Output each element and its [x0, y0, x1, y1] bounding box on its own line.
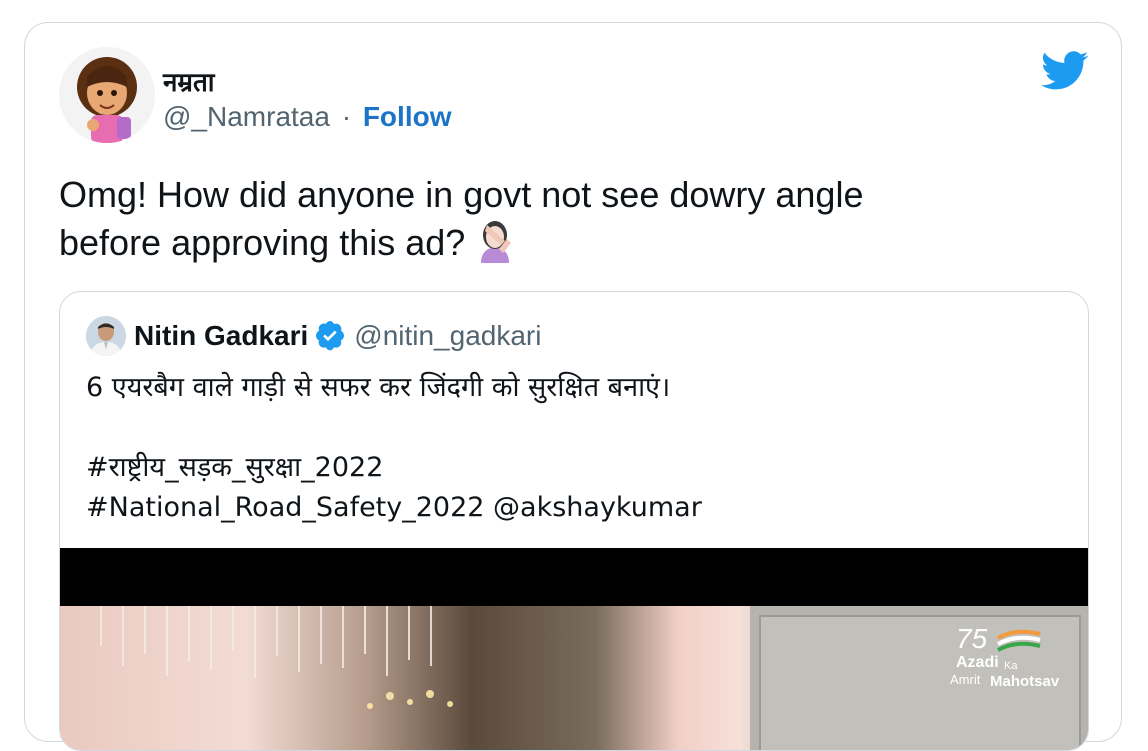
woman-facepalming-emoji-icon — [475, 219, 515, 263]
quoted-author-row: Nitin Gadkari @nitin_gadkari — [134, 319, 541, 352]
quoted-tweet[interactable]: Nitin Gadkari @nitin_gadkari 6 एयरबैग वाल… — [59, 291, 1089, 751]
tweet-text-line-2-wrap: before approving this ad? — [59, 219, 1069, 267]
tweet-text: Omg! How did anyone in govt not see dowr… — [59, 171, 1069, 267]
media-scene-image — [60, 606, 1088, 750]
watermark-mahotsav: Mahotsav — [990, 673, 1060, 690]
twitter-bird-icon[interactable] — [1041, 51, 1089, 91]
azadi-ka-amrit-mahotsav-logo: 75 Azadi Ka Amrit Mahotsav — [950, 620, 1070, 690]
tweet-card[interactable]: नम्रता @_Namrataa · Follow Omg! How did … — [24, 22, 1122, 751]
quoted-author-name[interactable]: Nitin Gadkari — [134, 320, 308, 351]
watermark-azadi: Azadi — [956, 654, 999, 671]
watermark-amrit: Amrit — [950, 672, 981, 687]
quoted-hashtag-1[interactable]: #राष्ट्रीय_सड़क_सुरक्षा_2022 — [86, 448, 702, 488]
author-name[interactable]: नम्रता — [163, 63, 215, 99]
tweet-text-line-1: Omg! How did anyone in govt not see dowr… — [59, 174, 864, 215]
author-handle[interactable]: @_Namrataa — [163, 101, 330, 132]
follow-button[interactable]: Follow — [363, 101, 452, 132]
quoted-tweet-text: 6 एयरबैग वाले गाड़ी से सफर कर जिंदगी को … — [86, 368, 702, 528]
author-handle-row: @_Namrataa · Follow — [163, 101, 451, 133]
quoted-text-line-1: 6 एयरबैग वाले गाड़ी से सफर कर जिंदगी को … — [86, 372, 671, 403]
quoted-text-line-2 — [86, 408, 702, 448]
quoted-hashtag-2-mention[interactable]: #National_Road_Safety_2022 @akshaykumar — [86, 488, 702, 528]
author-avatar[interactable] — [59, 47, 155, 143]
svg-text:75: 75 — [956, 623, 988, 654]
video-letterbox — [60, 548, 1088, 606]
verified-badge-icon — [314, 319, 346, 351]
separator-dot: · — [341, 101, 352, 132]
tweet-text-line-2: before approving this ad? — [59, 222, 466, 263]
quoted-author-handle[interactable]: @nitin_gadkari — [354, 320, 541, 351]
watermark-ka: Ka — [1004, 660, 1018, 672]
quoted-author-avatar[interactable] — [86, 316, 126, 356]
quoted-media[interactable]: 75 Azadi Ka Amrit Mahotsav — [60, 548, 1088, 750]
